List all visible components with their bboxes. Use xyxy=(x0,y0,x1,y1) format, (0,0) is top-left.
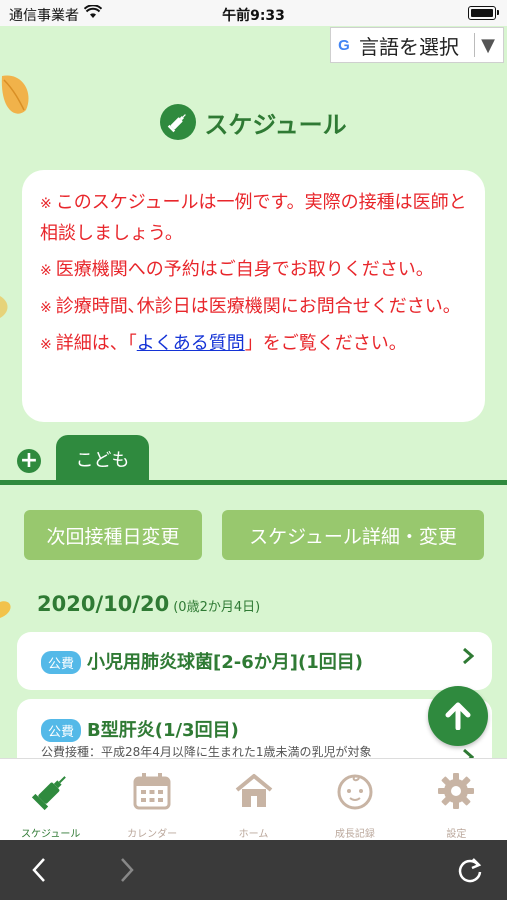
chevron-left-icon xyxy=(32,858,45,882)
gear-icon xyxy=(434,769,478,813)
notice-line: ※ このスケジュールは一例です。実際の接種は医師と相談しましょう。 xyxy=(40,192,467,244)
battery-icon xyxy=(468,6,499,20)
chevron-right-icon xyxy=(462,646,475,671)
notice-line: ※ 医療機関への予約はご自身でお取りください。 xyxy=(40,259,434,280)
dropdown-arrow-icon: ▼ xyxy=(481,34,495,56)
public-funded-badge: 公費 xyxy=(41,651,82,674)
clock: 午前9:33 xyxy=(222,8,285,24)
tabbar-item-calendar[interactable]: カレンダー xyxy=(101,759,202,841)
tabbar-label: 設定 xyxy=(446,829,467,840)
bottom-tab-bar: スケジュール カレンダー ホーム 成長記録 設定 xyxy=(0,758,507,841)
syringe-icon xyxy=(160,104,197,140)
notice-line: ※ 診療時間､休診日は医療機関にお問合せください。 xyxy=(40,296,461,317)
public-funded-badge: 公費 xyxy=(41,719,82,742)
tabbar-label: ホーム xyxy=(238,829,269,840)
tabbar-item-schedule[interactable]: スケジュール xyxy=(0,759,101,841)
tabbar-item-settings[interactable]: 設定 xyxy=(406,759,507,841)
language-selector-label: 言語を選択 xyxy=(359,34,459,59)
schedule-date: 2020/10/20 (0歳2か月4日) xyxy=(37,592,260,616)
faq-link[interactable]: よくある質問 xyxy=(137,333,245,354)
vaccine-name: B型肝炎(1/3回目) xyxy=(87,720,239,741)
syringe-icon xyxy=(29,769,73,813)
vaccine-name: 小児用肺炎球菌[2-6か月](1回目) xyxy=(87,652,363,673)
notice-card: ※ このスケジュールは一例です。実際の接種は医師と相談しましょう。 ※ 医療機関への… xyxy=(22,170,485,422)
divider xyxy=(474,33,476,57)
date-value: 2020/10/20 xyxy=(37,592,170,616)
baby-face-icon xyxy=(333,769,377,813)
home-icon xyxy=(232,769,276,813)
calendar-icon xyxy=(130,769,174,813)
vaccine-item[interactable]: 公費 小児用肺炎球菌[2-6か月](1回目) xyxy=(17,632,492,690)
tabbar-label: カレンダー xyxy=(127,829,178,840)
page-title: スケジュール xyxy=(0,102,507,142)
browser-toolbar xyxy=(0,840,507,900)
schedule-detail-button[interactable]: スケジュール詳細・変更 xyxy=(222,510,484,560)
tabbar-label: スケジュール xyxy=(21,829,81,840)
back-button[interactable] xyxy=(22,840,56,900)
arrow-up-icon xyxy=(445,702,471,730)
status-bar: 通信事業者 午前9:33 xyxy=(0,0,507,26)
page-title-text: スケジュール xyxy=(204,110,347,139)
tabbar-item-home[interactable]: ホーム xyxy=(203,759,304,841)
tab-child[interactable]: こども xyxy=(56,435,149,483)
reload-button[interactable] xyxy=(450,840,490,900)
add-child-button[interactable]: + xyxy=(17,449,41,473)
child-age: (0歳2か月4日) xyxy=(173,600,261,615)
google-logo-icon: G xyxy=(338,36,350,54)
scroll-top-button[interactable] xyxy=(428,686,488,746)
leaf-decoration-icon xyxy=(0,296,8,318)
tabbar-label: 成長記録 xyxy=(334,829,375,840)
leaf-decoration-icon xyxy=(0,601,11,618)
reload-icon xyxy=(458,858,482,883)
language-selector[interactable]: G 言語を選択 ▼ xyxy=(330,27,504,63)
forward-button[interactable] xyxy=(110,840,144,900)
tab-underline xyxy=(0,480,507,485)
change-next-date-button[interactable]: 次回接種日変更 xyxy=(24,510,202,560)
chevron-right-icon xyxy=(121,858,134,882)
notice-line: ※ 詳細は、「よくある質問」をご覧ください。 xyxy=(40,333,407,354)
tabbar-item-growth[interactable]: 成長記録 xyxy=(304,759,405,841)
